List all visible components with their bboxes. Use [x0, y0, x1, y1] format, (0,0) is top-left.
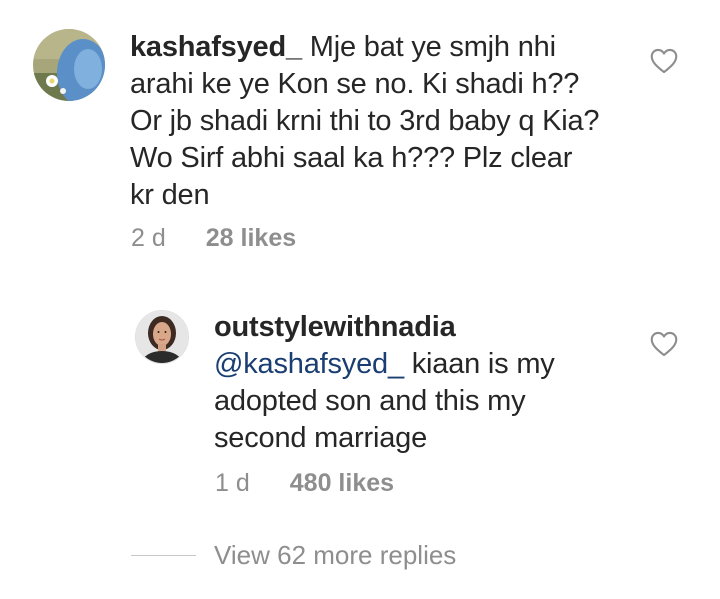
reply-avatar[interactable]	[135, 310, 189, 364]
heart-outline-icon[interactable]	[650, 331, 678, 357]
comment-likes[interactable]: 28 likes	[206, 224, 296, 253]
view-more-replies-label: View 62 more replies	[214, 540, 457, 570]
view-more-replies-button[interactable]: View 62 more replies	[131, 540, 456, 571]
comment-meta: 2 d 28 likes	[131, 224, 296, 253]
reply-likes[interactable]: 480 likes	[290, 469, 394, 498]
hijab-profile-photo	[33, 29, 105, 101]
woman-profile-photo	[136, 311, 188, 363]
reply-username[interactable]: outstylewithnadia	[214, 311, 456, 343]
comment-body: kashafsyed_ Mje bat ye smjh nhi arahi ke…	[130, 29, 600, 214]
commenter-avatar[interactable]	[33, 29, 105, 101]
reply-mention[interactable]: @kashafsyed_	[214, 348, 404, 380]
reply-meta: 1 d 480 likes	[215, 469, 394, 498]
comment-username[interactable]: kashafsyed_	[130, 31, 302, 63]
reply-body: outstylewithnadia @kashafsyed_ kiaan is …	[214, 309, 614, 457]
replies-divider-line	[131, 555, 196, 556]
heart-outline-icon[interactable]	[650, 48, 678, 74]
reply-time: 1 d	[215, 469, 250, 497]
comment-time: 2 d	[131, 224, 166, 252]
